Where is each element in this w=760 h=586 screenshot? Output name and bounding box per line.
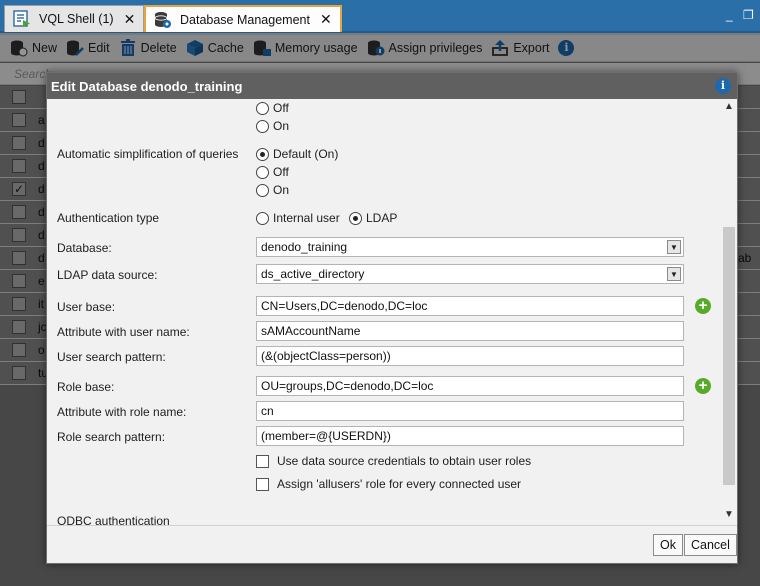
tab-bar: VQL Shell (1) ✕ Database Management ✕ _ … <box>0 0 760 33</box>
user-attribute-input[interactable]: sAMAccountName <box>256 321 684 341</box>
chevron-down-icon[interactable]: ▼ <box>667 267 681 281</box>
radio-circle <box>256 119 269 133</box>
add-user-base-plus-icon[interactable]: + <box>695 298 711 314</box>
radio-label: On <box>273 183 290 197</box>
tab-close-button[interactable]: ✕ <box>320 11 332 28</box>
database-select[interactable]: denodo_training ▼ <box>256 237 684 257</box>
role-base-input[interactable]: OU=groups,DC=denodo,DC=loc <box>256 376 684 396</box>
ok-button[interactable]: Ok <box>653 534 683 556</box>
database-icon <box>154 11 172 29</box>
radio-label: Default (On) <box>273 147 339 161</box>
select-value: ds_active_directory <box>261 267 365 281</box>
radio-label: LDAP <box>366 211 398 225</box>
dialog-body: Off On Automatic simplification of queri… <box>47 99 737 525</box>
scrollbar-thumb[interactable] <box>723 227 735 485</box>
radio-label: On <box>273 119 290 133</box>
radio-circle <box>256 183 269 197</box>
dialog-scrollbar[interactable]: ▲ ▼ <box>721 99 737 525</box>
radio-on[interactable]: On <box>256 119 289 133</box>
auto-simplification-default-radio[interactable]: Default (On) <box>256 147 338 161</box>
database-label: Database: <box>57 241 112 255</box>
ldap-data-source-label: LDAP data source: <box>57 268 158 282</box>
radio-label: Internal user <box>273 211 340 225</box>
minimize-icon[interactable]: _ <box>726 9 733 21</box>
dialog-footer: Ok Cancel <box>47 525 737 563</box>
radio-circle <box>256 147 269 161</box>
radio-label: Off <box>273 165 289 179</box>
auto-simplification-off-radio[interactable]: Off <box>256 165 289 179</box>
dialog-title: Edit Database denodo_training <box>51 79 243 94</box>
odbc-authentication-label: ODBC authentication <box>57 514 170 525</box>
checkbox-box <box>256 454 269 468</box>
authentication-type-label: Authentication type <box>57 211 160 225</box>
dialog-title-bar: Edit Database denodo_training i <box>47 73 737 99</box>
radio-off[interactable]: Off <box>256 101 289 115</box>
user-attribute-label: Attribute with user name: <box>57 325 190 339</box>
add-role-base-plus-icon[interactable]: + <box>695 378 711 394</box>
ldap-data-source-select[interactable]: ds_active_directory ▼ <box>256 264 684 284</box>
user-base-input[interactable]: CN=Users,DC=denodo,DC=loc <box>256 296 684 316</box>
user-base-label: User base: <box>57 300 116 314</box>
auth-ldap-radio[interactable]: LDAP <box>349 211 397 225</box>
radio-circle <box>256 165 269 179</box>
role-base-label: Role base: <box>57 380 115 394</box>
info-icon[interactable]: i <box>715 78 731 94</box>
auth-internal-user-radio[interactable]: Internal user <box>256 211 340 225</box>
auto-simplification-label: Automatic simplification of queries <box>57 147 239 161</box>
edit-database-dialog: Edit Database denodo_training i Off On A… <box>46 72 738 564</box>
auto-simplification-on-radio[interactable]: On <box>256 183 289 197</box>
radio-circle <box>349 211 362 225</box>
tab-label: VQL Shell (1) <box>39 12 114 26</box>
cancel-button[interactable]: Cancel <box>684 534 737 556</box>
role-attribute-input[interactable]: cn <box>256 401 684 421</box>
tab-database-management[interactable]: Database Management ✕ <box>144 5 342 32</box>
scroll-up-icon[interactable]: ▲ <box>724 101 734 112</box>
role-search-pattern-label: Role search pattern: <box>57 430 166 444</box>
radio-label: Off <box>273 101 289 115</box>
checkbox-box <box>256 477 269 491</box>
user-search-pattern-label: User search pattern: <box>57 350 166 364</box>
scroll-down-icon[interactable]: ▼ <box>724 509 734 520</box>
use-ds-credentials-checkbox[interactable]: Use data source credentials to obtain us… <box>256 454 531 468</box>
role-attribute-label: Attribute with role name: <box>57 405 187 419</box>
assign-allusers-checkbox[interactable]: Assign 'allusers' role for every connect… <box>256 477 521 491</box>
chevron-down-icon[interactable]: ▼ <box>667 240 681 254</box>
checkbox-label: Use data source credentials to obtain us… <box>277 454 532 468</box>
radio-circle <box>256 101 269 115</box>
checkbox-label: Assign 'allusers' role for every connect… <box>277 477 522 491</box>
radio-circle <box>256 211 269 225</box>
restore-icon[interactable]: ❐ <box>743 9 754 21</box>
user-search-pattern-input[interactable]: (&(objectClass=person)) <box>256 346 684 366</box>
tab-vql-shell[interactable]: VQL Shell (1) ✕ <box>4 5 145 32</box>
role-search-pattern-input[interactable]: (member=@{USERDN}) <box>256 426 684 446</box>
vql-shell-icon <box>13 10 31 28</box>
tab-close-button[interactable]: ✕ <box>124 11 136 28</box>
select-value: denodo_training <box>261 240 348 254</box>
tab-label: Database Management <box>180 12 310 27</box>
